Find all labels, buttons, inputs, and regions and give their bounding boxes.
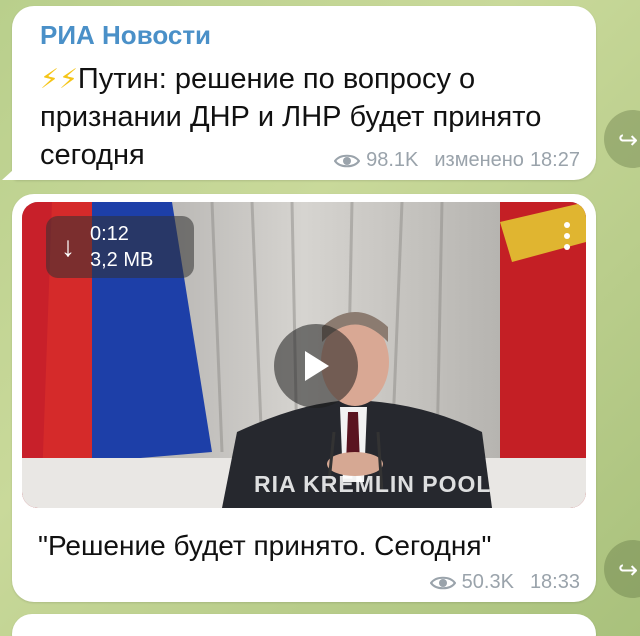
video-player[interactable]: ↓ 0:12 3,2 MB RIA KREMLIN POOL: [22, 202, 586, 508]
share-arrow-icon: ↪: [618, 127, 639, 154]
video-size: 3,2 MB: [90, 249, 154, 271]
message-bubble[interactable]: [12, 614, 596, 636]
download-arrow-icon: ↓: [61, 231, 75, 262]
video-duration: 0:12: [90, 223, 129, 245]
message-meta: 50.3K 18:33: [429, 571, 580, 594]
play-icon: [305, 351, 329, 381]
bubble-tail: [2, 160, 24, 180]
play-button[interactable]: [274, 324, 358, 408]
views-eye-icon: [429, 576, 456, 589]
channel-name[interactable]: РИА Новости: [40, 20, 211, 51]
video-watermark: RIA KREMLIN POOL: [254, 471, 492, 497]
edited-label: изменено: [434, 149, 524, 171]
lightning-icon: ⚡⚡: [40, 64, 78, 94]
more-options-icon[interactable]: [562, 222, 572, 250]
message-time: 18:33: [529, 571, 580, 593]
views-eye-icon: [334, 154, 361, 167]
video-caption: "Решение будет принято. Сегодня": [38, 530, 492, 561]
message-meta: 98.1K изменено 18:27: [334, 149, 580, 172]
share-arrow-icon: ↪: [618, 557, 639, 584]
share-button[interactable]: ↪: [604, 110, 640, 168]
message-bubble[interactable]: РИА Новости ⚡⚡Путин: решение по вопросу …: [2, 6, 596, 180]
share-button[interactable]: ↪: [604, 540, 640, 598]
message-time: 18:27: [529, 149, 580, 171]
video-message-bubble[interactable]: ↓ 0:12 3,2 MB RIA KREMLIN POOL "Решение …: [12, 194, 596, 602]
download-badge[interactable]: ↓ 0:12 3,2 MB: [46, 216, 194, 278]
views-count: 50.3K: [461, 571, 514, 593]
views-count: 98.1K: [366, 149, 419, 171]
